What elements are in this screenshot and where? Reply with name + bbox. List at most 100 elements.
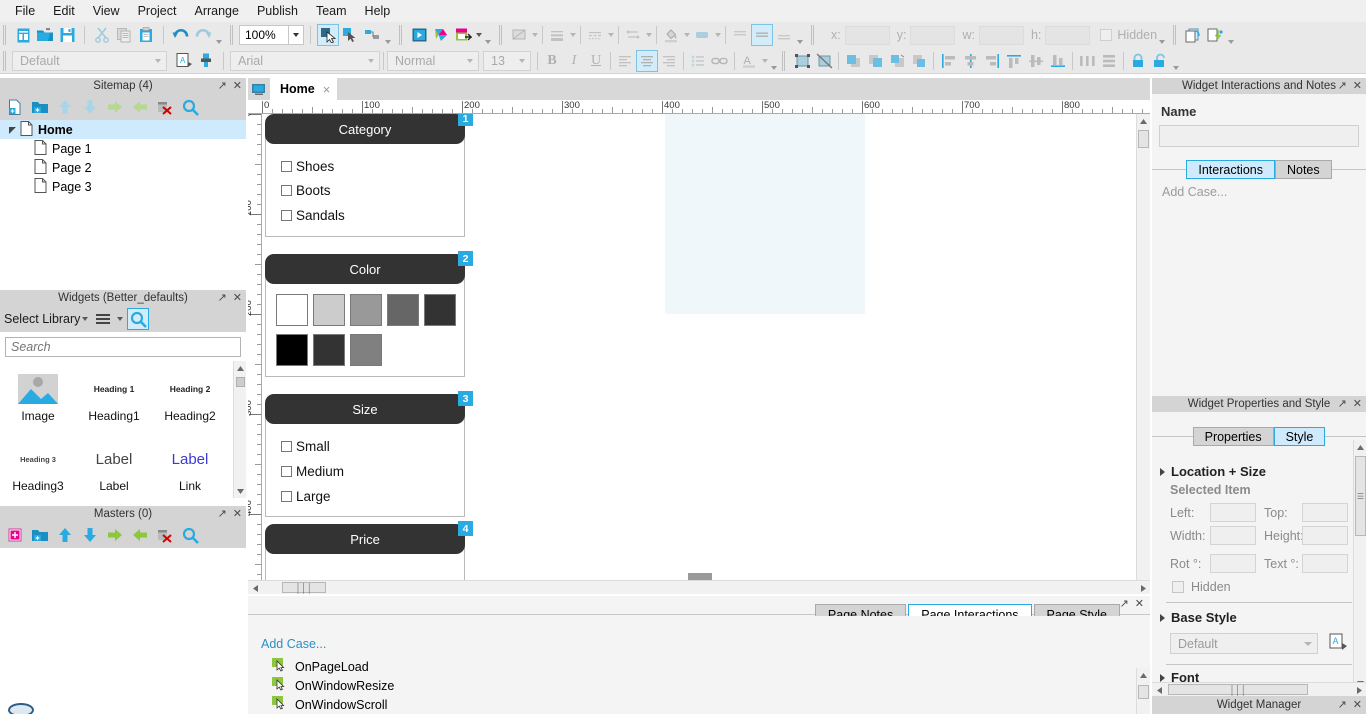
wi-undock-icon[interactable]: ↗ (1338, 80, 1347, 92)
scroll-down-icon[interactable] (234, 484, 246, 498)
section-base-style[interactable]: Base Style (1160, 610, 1237, 625)
arrow-style-dropdown-icon[interactable] (644, 24, 653, 46)
checkbox-boots[interactable]: Boots (281, 183, 331, 198)
widgets-close-icon[interactable]: ✕ (233, 292, 242, 304)
event-onwindowscroll[interactable]: OnWindowScroll (272, 696, 387, 713)
generate-html-icon[interactable] (452, 24, 474, 46)
move-down-icon[interactable] (79, 524, 101, 546)
canvas-splitter-handle[interactable] (688, 573, 712, 580)
widget-manager-title[interactable]: Widget Manager ↗ ✕ (1152, 696, 1366, 714)
hidden-checkbox[interactable] (1172, 581, 1184, 593)
add-page-icon[interactable] (4, 96, 26, 118)
align-right-objects-icon[interactable] (981, 50, 1003, 72)
wi-close-icon[interactable]: ✕ (1353, 80, 1362, 92)
color-swatch[interactable] (350, 294, 382, 326)
unlock-icon[interactable] (1149, 50, 1171, 72)
bring-forward-icon[interactable] (864, 50, 886, 72)
shadow-icon[interactable] (691, 24, 713, 46)
w-input[interactable] (978, 25, 1024, 45)
select-library-label[interactable]: Select Library (4, 312, 80, 326)
bottom-vertical-scrollbar[interactable] (1136, 668, 1150, 714)
align-text-top-icon[interactable] (729, 24, 751, 46)
line-weight-icon[interactable] (546, 24, 568, 46)
new-file-icon[interactable] (12, 24, 34, 46)
widget-item-link[interactable]: Label Link (152, 433, 228, 498)
top-input[interactable] (1302, 503, 1348, 522)
line-dash-icon[interactable] (584, 24, 606, 46)
widget-badge-4[interactable]: 4 (458, 521, 473, 536)
page-overflow-icon[interactable] (1226, 24, 1236, 46)
scroll-up-icon[interactable] (234, 361, 246, 375)
font-color-dropdown-icon[interactable] (760, 50, 769, 72)
checkbox-medium[interactable]: Medium (281, 464, 344, 479)
color-header[interactable]: Color (265, 254, 465, 284)
library-options-caret-icon[interactable] (115, 308, 124, 330)
canvas-scroll-up-icon[interactable] (1137, 114, 1150, 128)
delete-master-icon[interactable] (154, 524, 176, 546)
distribute-vertical-icon[interactable] (1098, 50, 1120, 72)
line-weight-dropdown-icon[interactable] (568, 24, 577, 46)
wm-close-icon[interactable]: ✕ (1353, 699, 1362, 711)
ungroup-icon[interactable] (813, 50, 835, 72)
font-weight-select[interactable]: Normal (387, 50, 479, 71)
align-text-middle-icon[interactable] (751, 24, 773, 46)
y-input[interactable] (910, 25, 956, 45)
add-master-icon[interactable] (4, 524, 26, 546)
arrow-style-icon[interactable] (622, 24, 644, 46)
bring-front-icon[interactable] (842, 50, 864, 72)
color-swatch[interactable] (424, 294, 456, 326)
align-center-icon[interactable] (636, 49, 658, 72)
fill-color-icon[interactable] (660, 24, 682, 46)
group-icon[interactable] (791, 50, 813, 72)
tab-properties[interactable]: Properties (1192, 427, 1274, 446)
h-input[interactable] (1045, 25, 1091, 45)
coords-overflow-icon[interactable] (1157, 24, 1167, 46)
hyperlink-icon[interactable] (709, 50, 731, 72)
properties-vertical-scrollbar[interactable]: ☰ (1353, 440, 1366, 690)
style-select[interactable]: Default (12, 50, 167, 71)
widgets-undock-icon[interactable]: ↗ (218, 292, 227, 304)
save-file-icon[interactable] (56, 24, 78, 46)
category-header[interactable]: Category (265, 114, 465, 144)
open-file-icon[interactable] (34, 24, 56, 46)
tab-notes[interactable]: Notes (1274, 160, 1332, 179)
widgets-scrollbar[interactable] (233, 361, 246, 498)
hidden-checkbox[interactable] (1100, 29, 1113, 41)
align-top-objects-icon[interactable] (1003, 50, 1025, 72)
move-down-icon[interactable] (79, 96, 101, 118)
event-onwindowresize[interactable]: OnWindowResize (272, 677, 394, 694)
checkbox-sandals[interactable]: Sandals (281, 208, 345, 223)
shadow-dropdown-icon[interactable] (713, 24, 722, 46)
section-location-size[interactable]: Location + Size (1160, 464, 1266, 479)
menu-item-view[interactable]: View (84, 2, 129, 20)
search-icon[interactable] (179, 524, 201, 546)
zoom-level-input[interactable]: 100% (239, 25, 289, 45)
library-options-icon[interactable] (93, 308, 115, 330)
wp-undock-icon[interactable]: ↗ (1338, 398, 1347, 410)
align-right-icon[interactable] (658, 50, 680, 72)
sitemap-item-page-1[interactable]: Page 1 (0, 139, 246, 158)
outdent-icon[interactable] (129, 96, 151, 118)
properties-horizontal-scrollbar[interactable]: │││ (1152, 682, 1366, 696)
color-swatch[interactable] (350, 334, 382, 366)
add-case-link[interactable]: Add Case... (261, 637, 326, 651)
align-middle-objects-icon[interactable] (1025, 50, 1047, 72)
add-folder-icon[interactable] (29, 96, 51, 118)
zoom-dropdown-icon[interactable] (289, 25, 304, 45)
select-library-caret-icon[interactable] (80, 308, 89, 330)
paste-special-icon[interactable] (1204, 24, 1226, 46)
cut-icon[interactable] (91, 24, 113, 46)
underline-button[interactable]: U (585, 50, 607, 72)
publish-icon[interactable] (430, 24, 452, 46)
bottom-undock-icon[interactable]: ↗ (1120, 597, 1129, 610)
collapse-triangle-icon[interactable] (1160, 467, 1165, 476)
paste-icon[interactable] (135, 24, 157, 46)
canvas-placeholder-rect[interactable] (665, 114, 865, 314)
checkbox-box[interactable] (281, 491, 292, 502)
menu-item-arrange[interactable]: Arrange (185, 2, 247, 20)
align-left-objects-icon[interactable] (937, 50, 959, 72)
font-size-select[interactable]: 13 (483, 50, 531, 71)
expand-triangle-icon[interactable] (6, 126, 20, 134)
lock-icon[interactable] (1127, 50, 1149, 72)
wm-undock-icon[interactable]: ↗ (1338, 699, 1347, 711)
